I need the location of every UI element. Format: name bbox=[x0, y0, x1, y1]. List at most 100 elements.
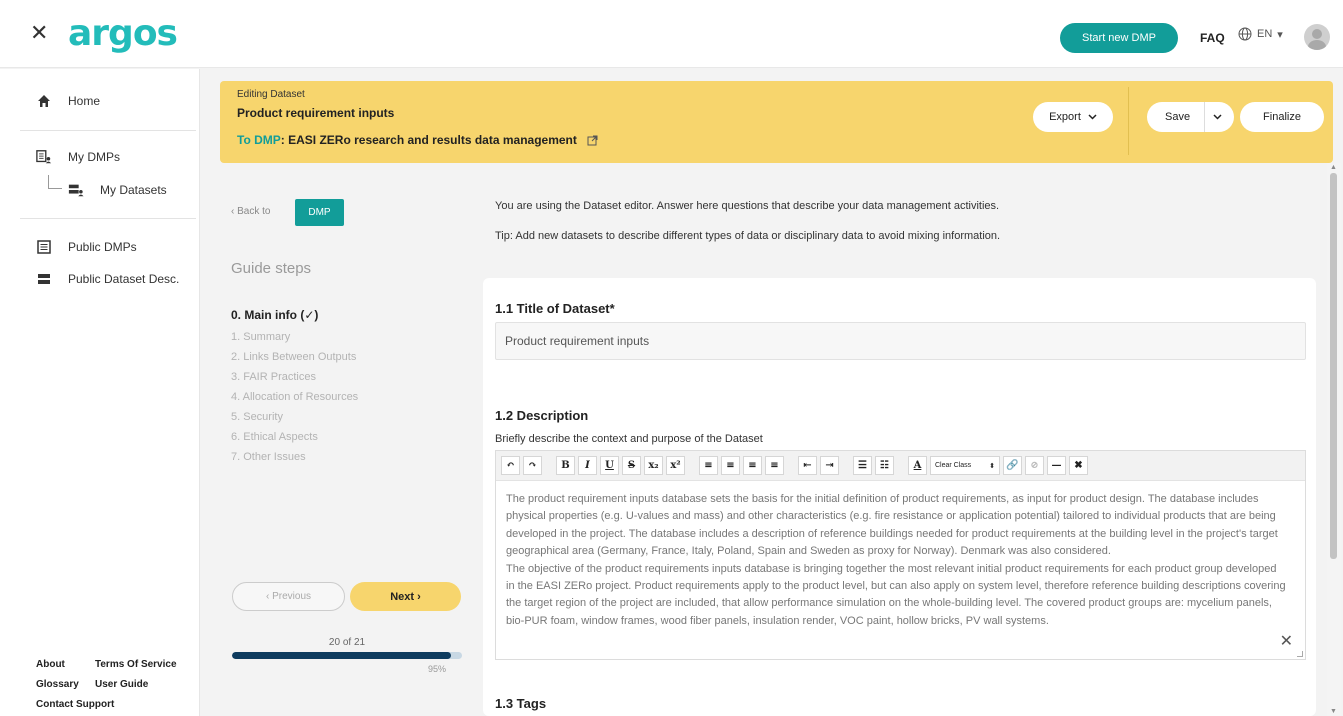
sidebar-item-public-datasets[interactable]: Public Dataset Desc. bbox=[36, 271, 179, 287]
superscript-button[interactable]: x² bbox=[666, 456, 685, 475]
dataset-title-input[interactable] bbox=[495, 322, 1306, 360]
progress-bar bbox=[232, 652, 462, 659]
description-hint: Briefly describe the context and purpose… bbox=[495, 433, 763, 445]
bold-button[interactable]: B bbox=[556, 456, 575, 475]
scroll-down-icon[interactable]: ▼ bbox=[1330, 708, 1337, 715]
argos-logo[interactable]: argos bbox=[68, 14, 178, 54]
user-guide-link[interactable]: User Guide bbox=[95, 679, 148, 690]
public-dmps-icon bbox=[36, 239, 52, 255]
to-dmp-link[interactable]: To DMP: EASI ZERo research and results d… bbox=[237, 133, 598, 147]
language-selector[interactable]: EN ▾ bbox=[1238, 27, 1283, 41]
banner-subtitle: Editing Dataset bbox=[237, 89, 305, 100]
align-center-button[interactable]: ≡ bbox=[721, 456, 740, 475]
language-label: EN bbox=[1257, 28, 1273, 40]
unlink-button[interactable]: ⊘ bbox=[1025, 456, 1044, 475]
dmp-name: : EASI ZERo research and results data ma… bbox=[280, 133, 577, 147]
font-color-button[interactable]: A bbox=[908, 456, 927, 475]
dmp-button[interactable]: DMP bbox=[295, 199, 344, 226]
progress-fill bbox=[232, 652, 451, 659]
remove-format-button[interactable]: ✖ bbox=[1069, 456, 1088, 475]
divider bbox=[20, 130, 196, 131]
close-icon[interactable]: ✕ bbox=[1280, 631, 1293, 651]
previous-button[interactable]: ‹ Previous bbox=[232, 582, 345, 611]
contact-support-link[interactable]: Contact Support bbox=[36, 699, 114, 710]
question-title: 1.2 Description bbox=[495, 408, 589, 423]
description-editor[interactable]: ↶ ↷ B I U S x₂ x² ≡ ≡ ≡ ≡ ⇤ ⇥ ☰ ☷ A Clea… bbox=[495, 450, 1306, 660]
sidebar-item-my-datasets[interactable]: My Datasets bbox=[68, 182, 167, 198]
strikethrough-button[interactable]: S bbox=[622, 456, 641, 475]
numbered-list-button[interactable]: ☷ bbox=[875, 456, 894, 475]
export-label: Export bbox=[1049, 111, 1081, 123]
step-security[interactable]: 5. Security bbox=[231, 407, 358, 427]
chevron-down-icon[interactable] bbox=[1213, 114, 1222, 120]
progress-count: 20 of 21 bbox=[328, 637, 366, 648]
finalize-button[interactable]: Finalize bbox=[1240, 102, 1324, 132]
scroll-up-icon[interactable]: ▲ bbox=[1330, 164, 1337, 171]
terms-link[interactable]: Terms Of Service bbox=[95, 659, 177, 670]
tree-connector bbox=[48, 175, 62, 189]
avatar[interactable] bbox=[1304, 24, 1330, 50]
glossary-link[interactable]: Glossary bbox=[36, 679, 79, 690]
intro-tip: Tip: Add new datasets to describe differ… bbox=[495, 230, 1001, 242]
intro-text: You are using the Dataset editor. Answer… bbox=[495, 200, 1000, 212]
sidebar-item-label: My DMPs bbox=[68, 150, 120, 164]
align-left-button[interactable]: ≡ bbox=[699, 456, 718, 475]
outdent-button[interactable]: ⇤ bbox=[798, 456, 817, 475]
editing-banner: Editing Dataset Product requirement inpu… bbox=[220, 81, 1333, 163]
progress-percent: 95% bbox=[427, 664, 446, 674]
sidebar-item-public-dmps[interactable]: Public DMPs bbox=[36, 239, 137, 255]
save-label: Save bbox=[1165, 111, 1191, 123]
chevron-down-icon: ▾ bbox=[1277, 28, 1283, 41]
divider bbox=[1128, 87, 1129, 155]
step-summary[interactable]: 1. Summary bbox=[231, 327, 358, 347]
sidebar-item-home[interactable]: Home bbox=[36, 93, 100, 109]
my-dmps-icon bbox=[36, 149, 52, 165]
question-title: 1.3 Tags bbox=[495, 696, 547, 711]
justify-button[interactable]: ≡ bbox=[765, 456, 784, 475]
next-button[interactable]: Next › bbox=[350, 582, 461, 611]
external-link-icon bbox=[587, 135, 598, 145]
globe-icon bbox=[1238, 27, 1252, 41]
about-link[interactable]: About bbox=[36, 659, 65, 670]
step-ethical[interactable]: 6. Ethical Aspects bbox=[231, 427, 358, 447]
faq-link[interactable]: FAQ bbox=[1200, 31, 1225, 45]
indent-button[interactable]: ⇥ bbox=[820, 456, 839, 475]
sidebar-item-my-dmps[interactable]: My DMPs bbox=[36, 149, 120, 165]
back-link[interactable]: ‹ Back to bbox=[231, 206, 270, 217]
description-paragraph: The objective of the product requirement… bbox=[506, 562, 1286, 627]
subscript-button[interactable]: x₂ bbox=[644, 456, 663, 475]
underline-button[interactable]: U bbox=[600, 456, 619, 475]
italic-button[interactable]: I bbox=[578, 456, 597, 475]
step-allocation[interactable]: 4. Allocation of Resources bbox=[231, 387, 358, 407]
redo-button[interactable]: ↷ bbox=[523, 456, 542, 475]
sidebar-item-label: Home bbox=[68, 94, 101, 108]
step-other[interactable]: 7. Other Issues bbox=[231, 447, 358, 467]
horizontal-rule-button[interactable]: — bbox=[1047, 456, 1066, 475]
step-links[interactable]: 2. Links Between Outputs bbox=[231, 347, 358, 367]
top-bar: ✕ argos Start new DMP FAQ EN ▾ bbox=[0, 0, 1343, 68]
scrollbar-thumb[interactable] bbox=[1330, 173, 1337, 559]
editor-content[interactable]: The product requirement inputs database … bbox=[506, 491, 1286, 630]
scrollbar[interactable]: ▲ ▼ bbox=[1327, 163, 1341, 716]
close-icon[interactable]: ✕ bbox=[30, 22, 48, 44]
undo-button[interactable]: ↶ bbox=[501, 456, 520, 475]
start-new-dmp-button[interactable]: Start new DMP bbox=[1060, 23, 1178, 53]
divider bbox=[20, 218, 196, 219]
question-title: 1.1 Title of Dataset* bbox=[495, 301, 615, 316]
resize-handle[interactable] bbox=[1297, 651, 1303, 657]
link-button[interactable]: 🔗 bbox=[1003, 456, 1022, 475]
bullet-list-button[interactable]: ☰ bbox=[853, 456, 872, 475]
step-main-info[interactable]: 0. Main info (✓) bbox=[231, 305, 358, 325]
guide-steps-title: Guide steps bbox=[231, 260, 312, 277]
align-right-button[interactable]: ≡ bbox=[743, 456, 762, 475]
step-fair[interactable]: 3. FAIR Practices bbox=[231, 367, 358, 387]
export-button[interactable]: Export bbox=[1033, 102, 1113, 132]
chevron-down-icon bbox=[1088, 114, 1097, 120]
dataset-form-card: 1.1 Title of Dataset* 1.2 Description Br… bbox=[483, 278, 1316, 716]
clear-class-label: Clear Class bbox=[935, 462, 972, 469]
updown-icon: ⬍ bbox=[989, 462, 995, 470]
clear-class-select[interactable]: Clear Class ⬍ bbox=[930, 456, 1000, 475]
banner-title: Product requirement inputs bbox=[237, 106, 395, 120]
my-datasets-icon bbox=[68, 182, 84, 198]
sidebar-item-label: Public DMPs bbox=[68, 240, 137, 254]
